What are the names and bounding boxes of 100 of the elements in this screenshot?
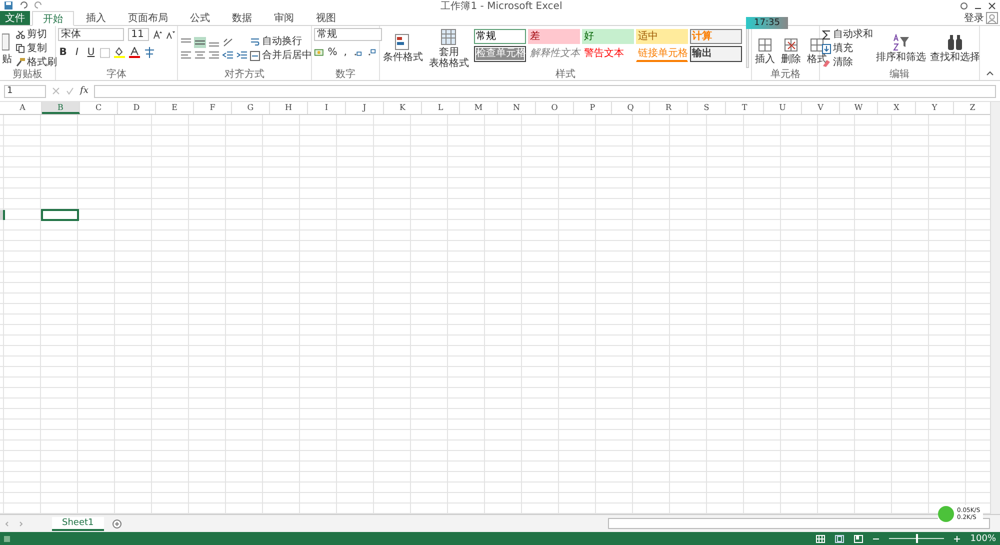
column-header[interactable]: M (460, 102, 498, 114)
insert-function-button[interactable]: fx (80, 86, 88, 96)
ribbon-tab[interactable]: 公式 (180, 11, 220, 25)
page-break-icon[interactable] (854, 534, 864, 542)
column-header[interactable]: N (498, 102, 536, 114)
column-header[interactable]: O (536, 102, 574, 114)
cell-style-option[interactable]: 输出 (690, 46, 742, 62)
format-painter-button[interactable]: 格式刷 (16, 56, 57, 68)
ribbon-tab[interactable]: 文件 (0, 11, 30, 25)
align-center-icon[interactable] (194, 50, 206, 60)
close-icon[interactable] (988, 2, 996, 10)
page-layout-icon[interactable] (835, 534, 844, 542)
cell-style-option[interactable]: 常规 (474, 29, 526, 44)
grow-font-icon[interactable] (152, 30, 162, 40)
column-header[interactable]: U (764, 102, 802, 114)
new-sheet-icon[interactable] (112, 518, 122, 528)
comma-button[interactable]: , (341, 47, 350, 58)
ribbon-tab[interactable]: 视图 (306, 11, 346, 25)
borders-icon[interactable] (100, 48, 110, 58)
vertical-scrollbar[interactable] (990, 102, 1000, 514)
gallery-scrollbar[interactable] (746, 28, 749, 68)
column-header[interactable]: T (726, 102, 764, 114)
column-header[interactable]: S (688, 102, 726, 114)
name-box[interactable]: 1 (4, 84, 46, 98)
ribbon-tab[interactable]: 开始 (32, 11, 74, 26)
number-format-dropdown[interactable]: 常规 (314, 28, 382, 41)
collapse-ribbon-icon[interactable] (986, 70, 994, 76)
column-header[interactable]: Y (916, 102, 954, 114)
ribbon-tab[interactable]: 审阅 (264, 11, 304, 25)
clipboard-icon[interactable] (2, 32, 10, 52)
row-header[interactable] (0, 210, 5, 220)
help-icon[interactable] (960, 2, 968, 10)
copy-button[interactable]: 复制 (16, 42, 57, 54)
column-header[interactable]: C (80, 102, 118, 114)
conditional-format-button[interactable]: 条件格式 (382, 34, 424, 63)
horizontal-scrollbar[interactable] (608, 518, 990, 529)
cells-command-button[interactable]: 插入 (754, 38, 776, 65)
font-name-dropdown[interactable]: 宋体 (58, 28, 124, 41)
column-header[interactable]: E (156, 102, 194, 114)
orientation-icon[interactable] (222, 36, 234, 48)
underline-button[interactable]: U (86, 47, 96, 58)
decrease-indent-icon[interactable] (222, 50, 234, 60)
fill-color-icon[interactable] (114, 47, 125, 58)
find-select-button[interactable]: 查找和选择 (929, 34, 981, 63)
bold-button[interactable]: B (58, 47, 68, 58)
cell-style-option[interactable]: 好 (582, 29, 634, 44)
ribbon-tab[interactable]: 插入 (76, 11, 116, 25)
percent-button[interactable]: % (328, 47, 338, 58)
column-header[interactable]: F (194, 102, 232, 114)
normal-view-icon[interactable] (816, 534, 826, 542)
sign-in-link[interactable]: 登录 (964, 11, 984, 25)
italic-button[interactable]: I (72, 47, 82, 58)
column-header[interactable]: W (840, 102, 878, 114)
column-header[interactable]: L (422, 102, 460, 114)
cell-style-option[interactable]: 解释性文本 (528, 46, 580, 62)
format-as-table-button[interactable]: 套用 表格格式 (428, 28, 470, 68)
zoom-slider[interactable] (916, 534, 918, 543)
column-header[interactable]: D (118, 102, 156, 114)
column-header[interactable]: X (878, 102, 916, 114)
zoom-out-icon[interactable] (873, 536, 880, 542)
column-header[interactable]: H (270, 102, 308, 114)
column-header[interactable]: B (42, 102, 80, 114)
column-header[interactable]: K (384, 102, 422, 114)
phonetic-icon[interactable] (144, 47, 155, 58)
cells-command-button[interactable]: 删除 (780, 38, 802, 65)
middle-align-icon[interactable] (194, 36, 206, 48)
zoom-in-icon[interactable] (954, 536, 960, 542)
column-header[interactable]: R (650, 102, 688, 114)
column-header[interactable]: I (308, 102, 346, 114)
sort-filter-button[interactable]: 排序和筛选 (875, 34, 927, 63)
currency-icon[interactable] (314, 47, 324, 58)
column-header[interactable]: J (346, 102, 384, 114)
undo-icon[interactable] (19, 1, 28, 10)
font-size-dropdown[interactable]: 11 (128, 28, 149, 41)
ribbon-tab[interactable]: 页面布局 (118, 11, 178, 25)
cell-style-option[interactable]: 警告文本 (582, 46, 634, 62)
ribbon-tab[interactable]: 数据 (222, 11, 262, 25)
cell-style-option[interactable]: 差 (528, 29, 580, 44)
column-header[interactable]: Q (612, 102, 650, 114)
save-icon[interactable] (4, 1, 13, 10)
shrink-font-icon[interactable] (166, 30, 176, 40)
column-header[interactable]: G (232, 102, 270, 114)
decrease-decimal-icon[interactable] (367, 47, 378, 58)
align-right-icon[interactable] (208, 50, 220, 60)
column-header[interactable]: P (574, 102, 612, 114)
font-color-icon[interactable] (129, 47, 140, 58)
autosum-button[interactable]: 自动求和 (822, 28, 873, 40)
cut-button[interactable]: 剪切 (16, 28, 57, 40)
column-header[interactable]: V (802, 102, 840, 114)
formula-input[interactable] (94, 84, 996, 98)
cell-style-option[interactable]: 适中 (636, 29, 688, 44)
zoom-level[interactable]: 100% (970, 534, 996, 544)
paste-button[interactable]: 贴 (2, 52, 12, 66)
active-cell[interactable] (41, 208, 79, 221)
sheet-tab[interactable]: Sheet1 (52, 516, 104, 530)
wrap-text-button[interactable]: 自动换行 (250, 36, 312, 48)
increase-indent-icon[interactable] (236, 50, 248, 60)
redo-icon[interactable] (34, 1, 43, 10)
merge-center-button[interactable]: 合并后居中 (250, 50, 312, 62)
align-left-icon[interactable] (180, 50, 192, 60)
